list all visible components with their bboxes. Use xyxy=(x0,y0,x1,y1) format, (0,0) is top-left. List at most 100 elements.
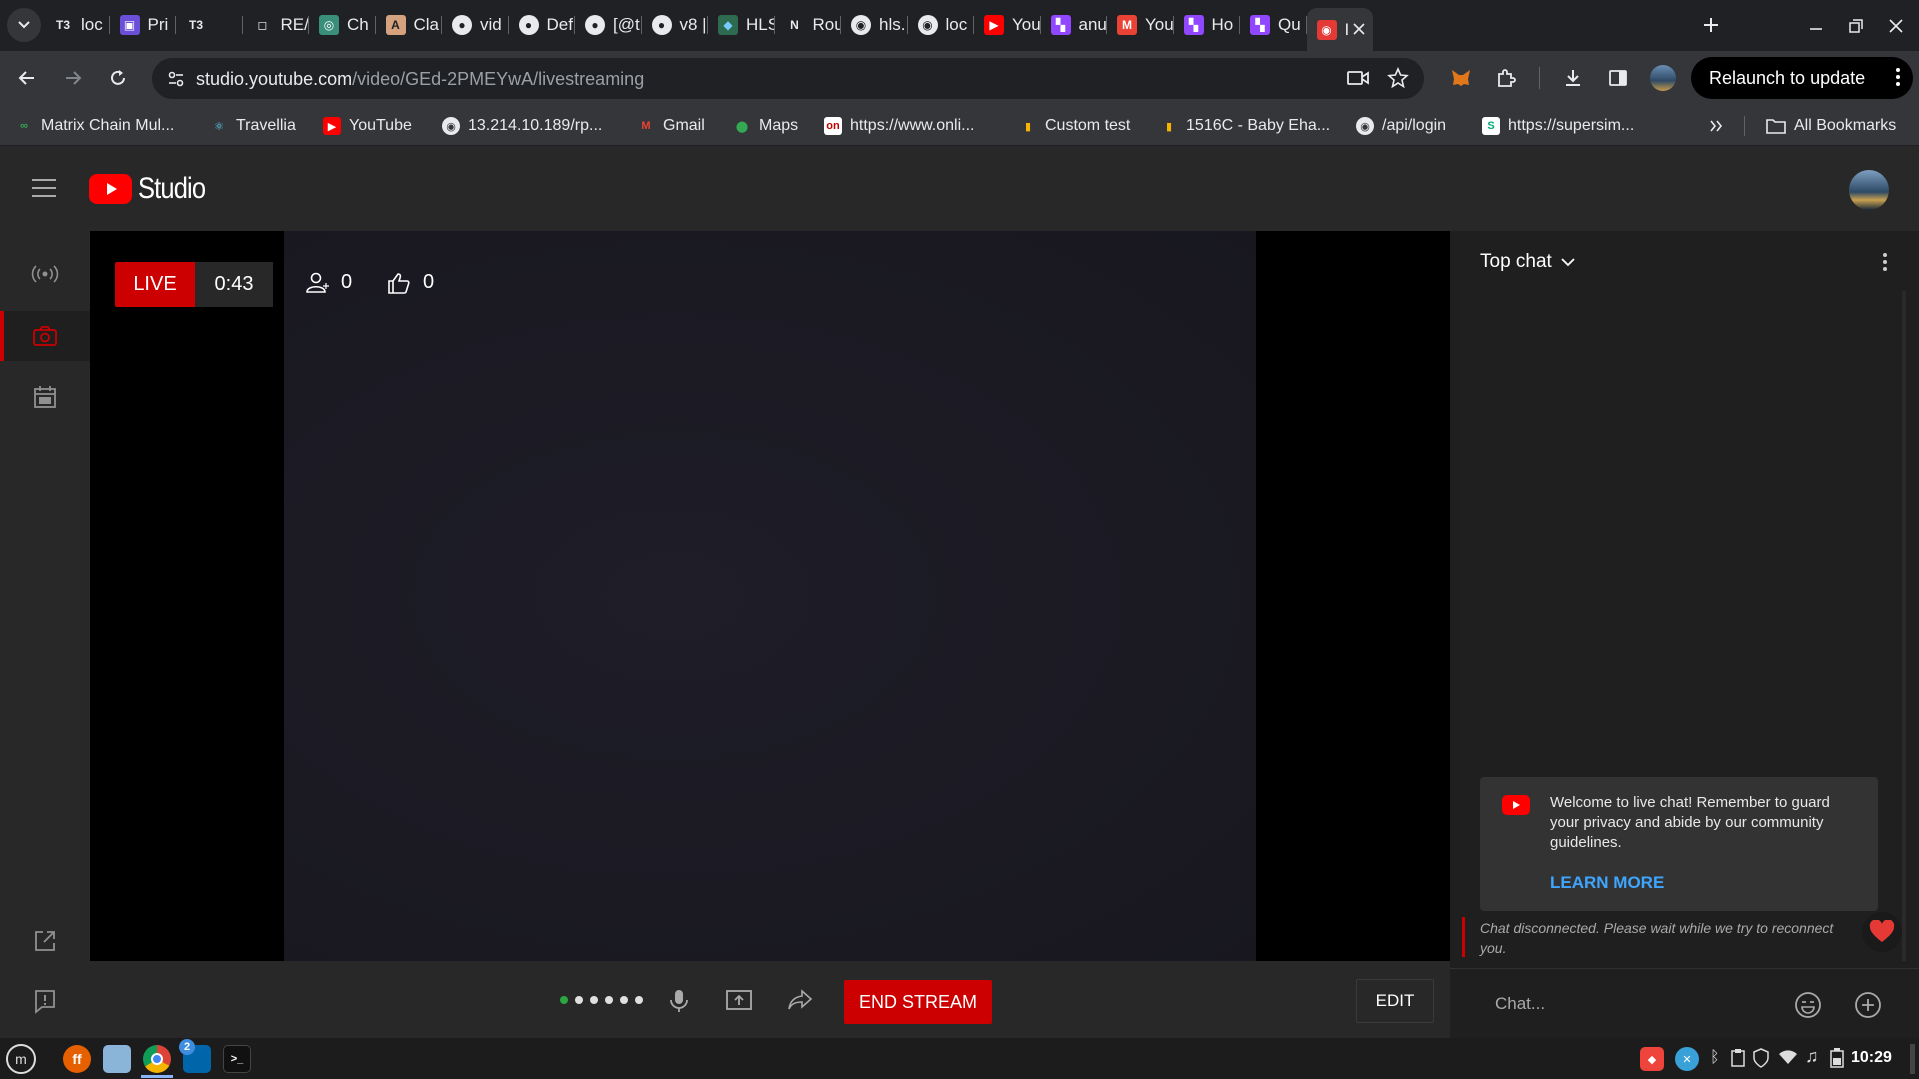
music-note-icon[interactable]: ♫ xyxy=(1805,1046,1819,1067)
browser-tab[interactable]: ▚ anu xyxy=(1041,8,1107,42)
bookmark-favicon-icon: ▮ xyxy=(1160,117,1178,135)
all-bookmarks-button[interactable]: All Bookmarks xyxy=(1766,115,1896,137)
chat-more-options-icon[interactable] xyxy=(1882,251,1888,278)
hamburger-menu-icon[interactable] xyxy=(32,179,56,202)
terminal-icon[interactable]: >_ xyxy=(223,1045,251,1073)
nav-manage[interactable] xyxy=(0,372,90,422)
chat-scrollbar[interactable] xyxy=(1902,291,1906,961)
browser-tab[interactable]: ◉ hls. xyxy=(841,8,908,42)
share-button[interactable] xyxy=(787,989,813,1016)
youtube-icon xyxy=(1502,795,1530,815)
shield-icon[interactable] xyxy=(1752,1048,1770,1073)
metamask-extension-icon[interactable] xyxy=(1443,60,1479,96)
wifi-icon[interactable] xyxy=(1778,1049,1798,1070)
browser-tab[interactable]: ● v8 | xyxy=(642,8,708,42)
bookmark-item[interactable]: ∞ Matrix Chain Mul... xyxy=(15,115,174,137)
extensions-puzzle-icon[interactable] xyxy=(1488,60,1524,96)
battery-icon[interactable] xyxy=(1830,1048,1844,1073)
site-info-icon[interactable] xyxy=(166,69,186,89)
nav-webcam[interactable] xyxy=(0,311,90,361)
mint-menu-icon[interactable]: m xyxy=(6,1044,36,1074)
browser-tab[interactable]: T3 xyxy=(176,8,243,42)
reload-icon xyxy=(111,70,125,85)
studio-logo[interactable]: Studio xyxy=(89,172,217,206)
edit-button[interactable]: EDIT xyxy=(1356,979,1434,1023)
star-icon[interactable] xyxy=(1387,66,1409,94)
chat-input[interactable]: Chat... xyxy=(1495,994,1545,1014)
emoji-button[interactable] xyxy=(1794,991,1822,1024)
browser-tab[interactable]: ◎ Ch xyxy=(309,8,376,42)
files-icon[interactable] xyxy=(103,1045,131,1073)
browser-tab[interactable]: ◻ RE/ xyxy=(243,8,309,42)
new-tab-button[interactable] xyxy=(1693,7,1729,43)
bluetooth-icon[interactable]: ᛒ xyxy=(1710,1049,1720,1067)
bookmark-item[interactable]: ▶ YouTube xyxy=(323,115,412,137)
arrow-right-icon xyxy=(66,71,82,85)
nav-stream-now[interactable] xyxy=(0,249,90,299)
tab-label: Rou xyxy=(812,15,842,34)
profile-avatar[interactable] xyxy=(1645,60,1681,96)
minimize-button[interactable] xyxy=(1798,8,1834,44)
show-desktop-button[interactable] xyxy=(1910,1044,1915,1074)
bookmark-item[interactable]: ◉ 13.214.10.189/rp... xyxy=(442,115,602,137)
bookmark-item[interactable]: ▮ 1516C - Baby Eha... xyxy=(1160,115,1330,137)
restore-button[interactable] xyxy=(1838,8,1874,44)
tab-label: Qu xyxy=(1278,15,1301,34)
browser-tab[interactable]: A Cla xyxy=(376,8,442,42)
reload-button[interactable] xyxy=(100,60,136,96)
sync-tray-icon[interactable]: ✕ xyxy=(1675,1047,1699,1071)
browser-tab[interactable]: ▚ Qu xyxy=(1240,8,1307,42)
chat-mode-dropdown[interactable]: Top chat xyxy=(1480,251,1576,273)
clipboard-icon[interactable] xyxy=(1730,1048,1746,1073)
bookmark-item[interactable]: on https://www.onli... xyxy=(824,115,975,137)
heart-reaction-icon[interactable] xyxy=(1862,912,1902,952)
nav-feedback[interactable] xyxy=(0,976,90,1026)
bookmark-item[interactable]: Shttps://supersim... xyxy=(1482,115,1634,137)
bookmark-item[interactable]: M Gmail xyxy=(637,115,705,137)
close-window-button[interactable] xyxy=(1878,8,1914,44)
chrome-icon[interactable] xyxy=(143,1045,171,1073)
more-bookmarks-chevron-icon[interactable] xyxy=(1698,108,1734,144)
external-link-icon xyxy=(35,931,55,951)
channel-avatar[interactable] xyxy=(1849,170,1889,210)
browser-tab[interactable]: ▚ Ho xyxy=(1174,8,1240,42)
browser-tab[interactable]: ◉ I xyxy=(1306,8,1373,51)
browser-tab[interactable]: N Rou xyxy=(775,8,842,42)
forward-button[interactable] xyxy=(55,60,91,96)
firefox-icon[interactable]: ff xyxy=(63,1045,91,1073)
emoji-icon xyxy=(1795,992,1821,1018)
camera-icon[interactable] xyxy=(1347,69,1369,92)
browser-tab[interactable]: ◆ HLS xyxy=(708,8,775,42)
download-icon[interactable] xyxy=(1555,60,1591,96)
clock[interactable]: 10:29 xyxy=(1851,1049,1892,1067)
close-tab-icon[interactable] xyxy=(1353,20,1365,40)
browser-tab[interactable]: ◉ loc xyxy=(908,8,974,42)
browser-tab[interactable]: M You xyxy=(1107,8,1174,42)
bookmark-item[interactable]: ◉ /api/login xyxy=(1356,115,1446,137)
tab-search-button[interactable] xyxy=(7,8,41,42)
bookmark-label: https://supersim... xyxy=(1508,117,1635,134)
learn-more-link[interactable]: LEARN MORE xyxy=(1550,873,1664,893)
microphone-button[interactable] xyxy=(668,988,690,1019)
browser-tab[interactable]: ● Def xyxy=(509,8,575,42)
screen-share-button[interactable] xyxy=(726,989,752,1016)
bookmark-item[interactable]: ⬤ Maps xyxy=(733,115,798,137)
add-button[interactable] xyxy=(1854,991,1882,1024)
nav-open-external[interactable] xyxy=(0,916,90,966)
back-button[interactable] xyxy=(9,60,45,96)
side-panel-icon[interactable] xyxy=(1600,60,1636,96)
address-bar[interactable]: studio.youtube.com/video/GEd-2PMEYwA/liv… xyxy=(152,58,1424,99)
vscode-icon[interactable]: 2 xyxy=(179,1039,211,1073)
anydesk-tray-icon[interactable]: ◆ xyxy=(1640,1047,1664,1071)
browser-tab[interactable]: T3 loc xyxy=(43,8,110,42)
browser-tab[interactable]: ▣ Pri xyxy=(110,8,176,42)
bookmark-item[interactable]: ⚛ Travellia xyxy=(210,115,296,137)
browser-tab[interactable]: ▶ You xyxy=(974,8,1041,42)
bookmark-item[interactable]: ▮ Custom test xyxy=(1019,115,1130,137)
end-stream-button[interactable]: END STREAM xyxy=(844,980,992,1024)
browser-tab[interactable]: ● [@t xyxy=(575,8,642,42)
plus-circle-icon xyxy=(1855,992,1881,1018)
tab-strip: T3 loc ▣ Pri T3 ◻ RE/◎ Ch A Cla ● vid ● Def ● [@t ● v8 | ◆… xyxy=(0,0,1919,51)
relaunch-to-update-button[interactable]: Relaunch to update xyxy=(1691,57,1913,99)
browser-tab[interactable]: ● vid xyxy=(442,8,509,42)
